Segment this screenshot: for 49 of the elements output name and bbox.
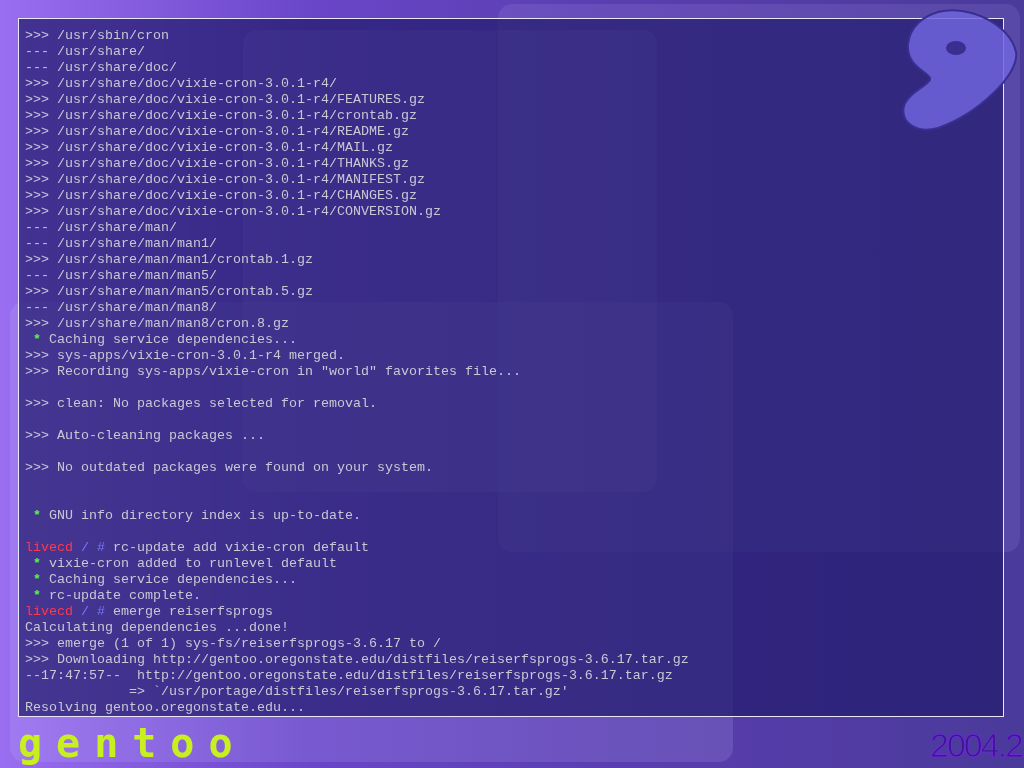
console-line: Caching service dependencies... <box>49 332 297 348</box>
console-line: >>> /usr/share/doc/vixie-cron-3.0.1-r4/MAIL.gz <box>25 140 393 156</box>
console-line: >>> /usr/share/doc/vixie-cron-3.0.1-r4/CHANGES.gz <box>25 188 417 204</box>
console-line: >>> emerge (1 of 1) sys-fs/reiserfsprogs-3.6.17 to / <box>25 636 441 652</box>
console-line: >>> clean: No packages selected for removal. <box>25 396 377 412</box>
console-command: emerge reiserfsprogs <box>113 604 273 620</box>
prompt-path: / <box>81 604 89 620</box>
console-line: >>> Recording sys-apps/vixie-cron in "world" favorites file... <box>25 364 521 380</box>
prompt-host: livecd <box>25 540 73 556</box>
console-line: >>> /usr/share/man/man8/cron.8.gz <box>25 316 289 332</box>
console-line: --- /usr/share/ <box>25 44 145 60</box>
prompt-host: livecd <box>25 604 73 620</box>
console-line: Resolving gentoo.oregonstate.edu... <box>25 700 305 716</box>
console-line: >>> /usr/share/doc/vixie-cron-3.0.1-r4/README.gz <box>25 124 409 140</box>
console-line: --- /usr/share/man/man5/ <box>25 268 217 284</box>
console-line: >>> /usr/share/doc/vixie-cron-3.0.1-r4/MANIFEST.gz <box>25 172 425 188</box>
bullet-label: * <box>33 588 41 604</box>
bullet-label: * <box>33 332 41 348</box>
bullet-label: * <box>33 572 41 588</box>
console-command: rc-update add vixie-cron default <box>113 540 369 556</box>
console-line: >>> Auto-cleaning packages ... <box>25 428 265 444</box>
console-line: >>> No outdated packages were found on your system. <box>25 460 433 476</box>
bullet-label: * <box>33 508 41 524</box>
prompt-sign: # <box>97 604 105 620</box>
console-line: >>> /usr/share/doc/vixie-cron-3.0.1-r4/CONVERSION.gz <box>25 204 441 220</box>
console-line: Caching service dependencies... <box>49 572 297 588</box>
console-line: >>> /usr/share/doc/vixie-cron-3.0.1-r4/THANKS.gz <box>25 156 409 172</box>
prompt-sign: # <box>97 540 105 556</box>
console-line: --- /usr/share/doc/ <box>25 60 177 76</box>
console-line: --- /usr/share/man/man8/ <box>25 300 217 316</box>
wordmark: gentoo <box>18 723 247 763</box>
bullet-label: * <box>33 556 41 572</box>
console-line: vixie-cron added to runlevel default <box>49 556 337 572</box>
prompt-path: / <box>81 540 89 556</box>
console-line: >>> /usr/share/man/man1/crontab.1.gz <box>25 252 313 268</box>
console-line: rc-update complete. <box>49 588 201 604</box>
console-line: >>> /usr/share/man/man5/crontab.5.gz <box>25 284 313 300</box>
console-line: GNU info directory index is up-to-date. <box>49 508 361 524</box>
console-line: Calculating dependencies ...done! <box>25 620 289 636</box>
console-line: >>> Downloading http://gentoo.oregonstate.edu/distfiles/reiserfsprogs-3.6.17.tar.gz <box>25 652 689 668</box>
console-line: >>> /usr/share/doc/vixie-cron-3.0.1-r4/FEATURES.gz <box>25 92 425 108</box>
console-line: => `/usr/portage/distfiles/reiserfsprogs-3.6.17.tar.gz' <box>127 684 569 700</box>
console-line: --- /usr/share/man/man1/ <box>25 236 217 252</box>
console-line: >>> /usr/sbin/cron <box>25 28 169 44</box>
console-line: --- /usr/share/man/ <box>25 220 177 236</box>
console-line: >>> sys-apps/vixie-cron-3.0.1-r4 merged. <box>25 348 345 364</box>
console-line: >>> /usr/share/doc/vixie-cron-3.0.1-r4/ <box>25 76 337 92</box>
console-line: >>> /usr/share/doc/vixie-cron-3.0.1-r4/crontab.gz <box>25 108 417 124</box>
console-line: --17:47:57-- http://gentoo.oregonstate.edu/distfiles/reiserfsprogs-3.6.17.tar.gz <box>25 668 673 684</box>
